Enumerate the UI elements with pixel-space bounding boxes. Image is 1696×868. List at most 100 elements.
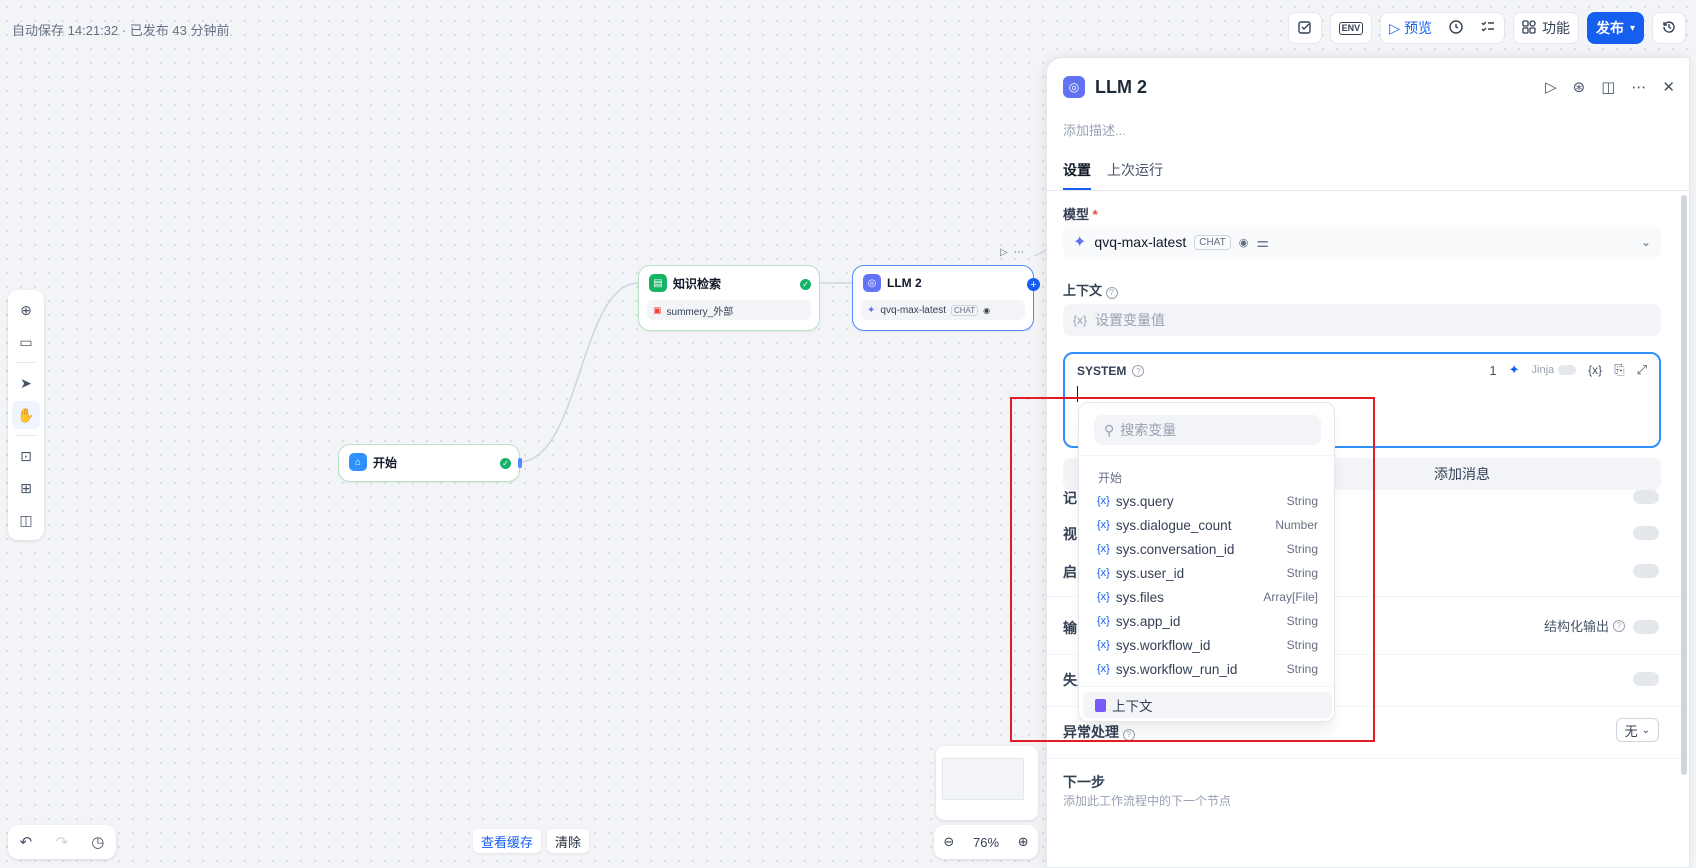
- node-llm[interactable]: ◎ LLM 2 + ✦ qvq-max-latest CHAT ◉: [852, 265, 1040, 331]
- exception-select[interactable]: 无 ⌄: [1615, 718, 1659, 742]
- node-knowledge-retrieval[interactable]: ▤ 知识检索 ✓ ▣ summery_外部: [638, 265, 820, 331]
- checklist-list-button[interactable]: [1472, 13, 1504, 43]
- sparkle-icon[interactable]: ✦: [1509, 362, 1520, 378]
- publish-label: 发布: [1595, 20, 1624, 36]
- chevron-down-icon: ▾: [1629, 22, 1635, 34]
- model-selector[interactable]: ✦ qvq-max-latest CHAT ◉ ⚌ ⌄: [1063, 225, 1661, 259]
- add-node-button[interactable]: ⊕: [12, 296, 40, 324]
- dataset-icon: ▣: [653, 304, 662, 315]
- vision-toggle[interactable]: [1633, 526, 1659, 540]
- minimap-toggle-button[interactable]: ◫: [12, 506, 40, 534]
- run-history-button[interactable]: [1440, 13, 1472, 43]
- help-circle-icon[interactable]: ?: [1132, 365, 1145, 377]
- features-button[interactable]: 功能: [1512, 12, 1579, 44]
- more-icon[interactable]: ⋯: [1631, 78, 1646, 96]
- undo-icon[interactable]: ↶: [20, 833, 33, 851]
- zoom-out-icon[interactable]: ⊖: [943, 834, 954, 850]
- panel-scrollbar[interactable]: [1681, 195, 1687, 775]
- help-circle-icon[interactable]: ?: [1105, 286, 1118, 299]
- clock-play-icon: [1448, 19, 1464, 38]
- context-label: 上下文 ?: [1063, 280, 1118, 299]
- eye-icon: ◉: [983, 305, 991, 315]
- node-title: 知识检索: [673, 276, 722, 291]
- model-label-text: 模型: [1063, 207, 1090, 222]
- run-node-icon[interactable]: ▷: [1000, 247, 1008, 258]
- cursor-icon: ➤: [20, 374, 32, 391]
- structured-output-toggle[interactable]: [1633, 620, 1659, 634]
- chevron-down-icon: ⌄: [1640, 235, 1651, 249]
- exception-value: 无: [1624, 723, 1638, 739]
- llm-icon: ◎: [1063, 76, 1085, 98]
- settings-sliders-icon[interactable]: ⚌: [1256, 234, 1269, 251]
- jinja-toggle[interactable]: Jinja: [1532, 364, 1577, 376]
- organize-blocks-button[interactable]: ⊞: [12, 474, 40, 502]
- tab-settings[interactable]: 设置: [1063, 160, 1091, 190]
- context-variable-input[interactable]: {x} 设置变量值: [1063, 304, 1661, 336]
- view-cache-button[interactable]: 查看缓存: [473, 829, 542, 853]
- minimap[interactable]: [936, 746, 1038, 820]
- more-icon[interactable]: ⋯: [1014, 247, 1024, 258]
- env-button[interactable]: ENV: [1329, 12, 1373, 44]
- redo-icon[interactable]: ↷: [55, 833, 68, 851]
- system-label: SYSTEM: [1077, 364, 1127, 378]
- eye-icon: ◉: [1238, 236, 1249, 249]
- required-mark: *: [1092, 207, 1098, 222]
- history-icon[interactable]: ◷: [91, 833, 104, 851]
- red-highlight-box: [1010, 397, 1375, 742]
- clipboard-icon[interactable]: ⎘: [1614, 362, 1624, 378]
- hand-icon: ✋: [17, 406, 35, 423]
- expand-icon[interactable]: ⤢: [1637, 362, 1647, 378]
- node-start[interactable]: ⌂ 开始 ✓: [338, 444, 522, 482]
- zoom-controls: ⊖ 76% ⊕: [934, 825, 1038, 859]
- toolbar-divider: [16, 435, 36, 436]
- model-chip: ✦ qvq-max-latest CHAT ◉: [861, 300, 1025, 320]
- tab-last-run[interactable]: 上次运行: [1107, 160, 1163, 190]
- checklist-button[interactable]: [1287, 12, 1322, 44]
- help-circle-icon[interactable]: ?: [1613, 619, 1625, 632]
- variable-icon: {x}: [1073, 313, 1088, 327]
- toolbar-divider: [16, 362, 36, 363]
- play-icon: ▷: [1389, 19, 1400, 36]
- add-note-button[interactable]: ▭: [12, 328, 40, 356]
- export-image-button[interactable]: ⊡: [12, 442, 40, 470]
- panel-title[interactable]: LLM 2: [1095, 77, 1147, 98]
- context-label-text: 上下文: [1063, 283, 1103, 298]
- clear-cache-button[interactable]: 清除: [547, 829, 590, 853]
- description-input[interactable]: 添加描述...: [1063, 120, 1126, 139]
- panel-actions: ▷ ⊛ ◫ ⋯ ✕: [1545, 78, 1675, 96]
- history-icon: [1661, 19, 1677, 38]
- chat-badge: CHAT: [1194, 234, 1231, 250]
- minimap-viewport[interactable]: [942, 758, 1024, 800]
- add-next-node-icon[interactable]: +: [1027, 278, 1040, 291]
- jinja-switch[interactable]: [1558, 365, 1577, 375]
- enable-toggle[interactable]: [1633, 564, 1659, 578]
- retry-toggle[interactable]: [1633, 672, 1659, 686]
- publish-button[interactable]: 发布 ▾: [1586, 12, 1644, 44]
- jinja-label: Jinja: [1531, 364, 1555, 376]
- close-icon[interactable]: ✕: [1662, 78, 1675, 96]
- variable-icon[interactable]: {x}: [1588, 363, 1602, 377]
- node-hover-actions: ▷ ⋯: [1000, 247, 1024, 258]
- preview-button[interactable]: ▷ 预览: [1381, 13, 1440, 43]
- features-label: 功能: [1541, 20, 1570, 36]
- dataset-name: summery_外部: [666, 306, 734, 318]
- node-title: 开始: [373, 455, 398, 470]
- next-step-desc: 添加此工作流程中的下一个节点: [1063, 794, 1232, 808]
- zoom-in-icon[interactable]: ⊕: [1018, 834, 1029, 850]
- hand-mode-button[interactable]: ✋: [12, 401, 40, 429]
- output-handle[interactable]: [518, 458, 522, 468]
- tab-divider: [1047, 190, 1689, 191]
- memory-toggle[interactable]: [1633, 490, 1659, 504]
- pointer-mode-button[interactable]: ➤: [12, 369, 40, 397]
- run-step-icon[interactable]: ▷: [1545, 78, 1557, 96]
- section-divider: [1047, 758, 1689, 759]
- node-title: LLM 2: [887, 276, 922, 290]
- note-icon: ▭: [19, 333, 33, 350]
- success-check-icon: ✓: [800, 279, 811, 290]
- zoom-level[interactable]: 76%: [973, 835, 999, 850]
- split-view-icon[interactable]: ◫: [1601, 78, 1615, 96]
- model-provider-icon: ✦: [867, 304, 876, 316]
- panel-header: ◎ LLM 2: [1063, 76, 1147, 98]
- version-history-button[interactable]: [1652, 12, 1686, 44]
- help-icon[interactable]: ⊛: [1573, 78, 1586, 96]
